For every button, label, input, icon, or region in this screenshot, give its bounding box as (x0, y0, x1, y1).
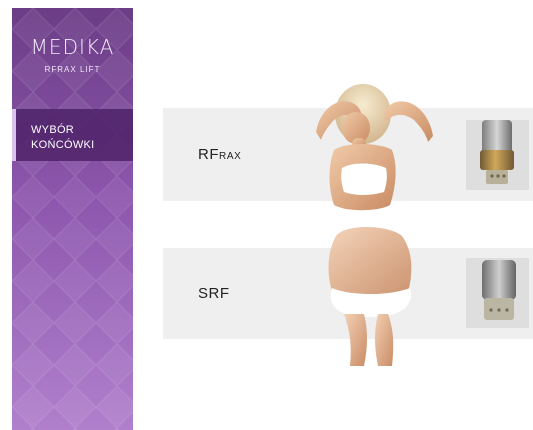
sidebar: MEDIKA RFRAX LIFT WYBÓR KOŃCÓWKI (12, 8, 133, 430)
option-title-rfrax: RFRAX (198, 146, 241, 163)
product-subtitle: RFRAX LIFT (12, 65, 133, 75)
option-title-rfrax-big: RF (198, 146, 219, 163)
logo: MEDIKA (30, 35, 115, 59)
product-subtitle-rest: RAX LIFT (57, 65, 101, 74)
srf-handpiece-image (466, 258, 529, 328)
brand-area: MEDIKA RFRAX LIFT (12, 8, 133, 106)
sidebar-item-label: WYBÓR KOŃCÓWKI (31, 123, 127, 153)
option-title-rfrax-small: RAX (219, 151, 242, 162)
option-card-rfrax[interactable]: RFRAX (163, 108, 533, 201)
sidebar-item-label-line2: KOŃCÓWKI (31, 139, 95, 151)
sidebar-item-label-line1: WYBÓR (31, 124, 75, 136)
option-title-srf: SRF (198, 285, 230, 302)
active-indicator (12, 109, 16, 161)
srf-handpiece-thumbnail[interactable] (466, 258, 529, 328)
option-card-srf[interactable]: SRF (163, 248, 533, 339)
sidebar-item-wybor-koncowki[interactable]: WYBÓR KOŃCÓWKI (12, 109, 133, 161)
rfrax-handpiece-thumbnail[interactable] (466, 120, 529, 190)
option-title-srf-big: SRF (198, 285, 230, 302)
app-window: MEDIKA RFRAX LIFT WYBÓR KOŃCÓWKI RFRAX S… (0, 0, 533, 430)
rfrax-handpiece-image (466, 120, 529, 190)
product-subtitle-main: RF (44, 65, 58, 74)
